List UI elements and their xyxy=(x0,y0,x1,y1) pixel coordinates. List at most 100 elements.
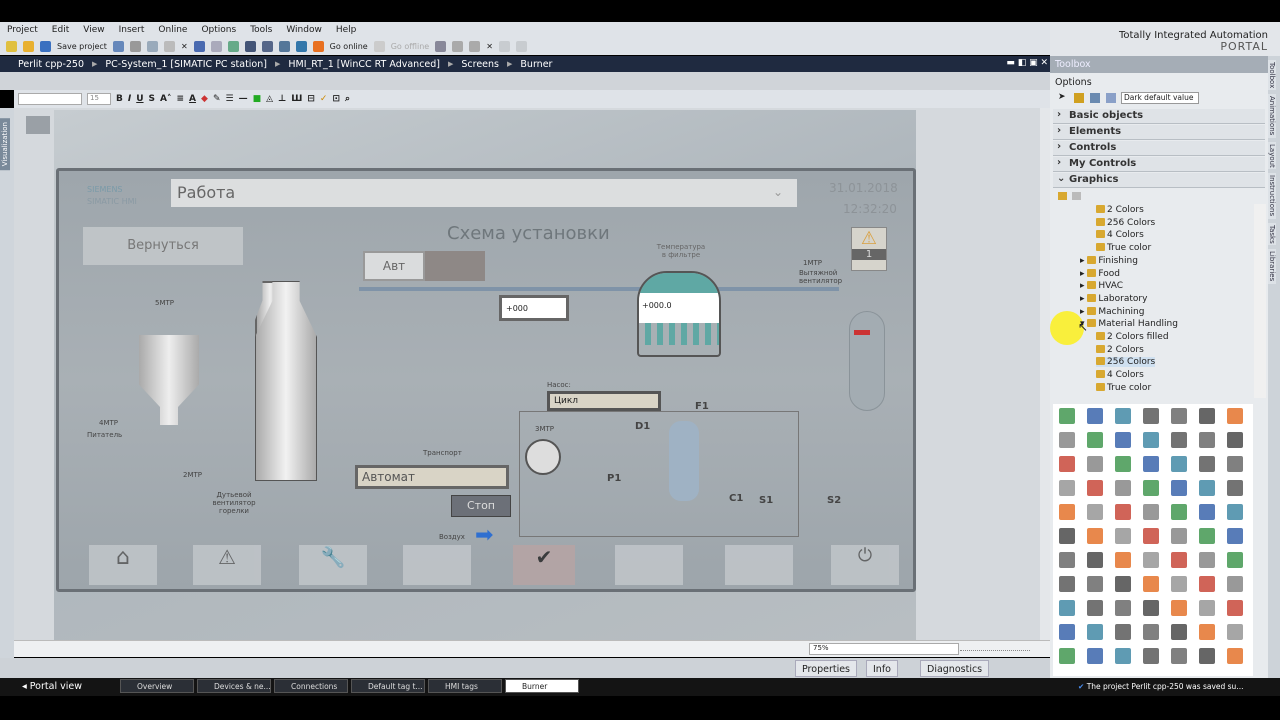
close-icon[interactable]: ✕ xyxy=(486,42,493,51)
go-offline-icon[interactable] xyxy=(373,41,385,52)
graphic-thumbnail[interactable] xyxy=(1059,600,1075,616)
format-painter-icon[interactable]: ✓ xyxy=(320,94,328,104)
compile-icon[interactable] xyxy=(227,41,239,52)
expand-right-icon[interactable]: ▸ xyxy=(1080,256,1087,266)
new-folder-icon[interactable] xyxy=(1058,192,1067,200)
menu-options[interactable]: Options xyxy=(201,25,236,35)
line-color-icon[interactable]: ✎ xyxy=(213,94,221,104)
graphic-thumbnail[interactable] xyxy=(1143,528,1159,544)
copy-icon[interactable] xyxy=(146,41,158,52)
graphic-thumbnail[interactable] xyxy=(1059,648,1075,664)
graphic-thumbnail[interactable] xyxy=(1199,432,1215,448)
graphic-thumbnail[interactable] xyxy=(1059,552,1075,568)
graphic-thumbnail[interactable] xyxy=(1171,600,1187,616)
graphic-thumbnail[interactable] xyxy=(1171,576,1187,592)
breadcrumb-item[interactable]: HMI_RT_1 [WinCC RT Advanced] xyxy=(288,59,440,70)
tree-item[interactable]: ▸ Finishing xyxy=(1080,255,1138,266)
graphic-thumbnail[interactable] xyxy=(1059,504,1075,520)
graphic-thumbnail[interactable] xyxy=(1199,456,1215,472)
graphic-thumbnail[interactable] xyxy=(1227,504,1243,520)
pump-mode-field[interactable]: Цикл xyxy=(547,391,661,411)
graphic-thumbnail[interactable] xyxy=(1171,552,1187,568)
graphic-thumbnail[interactable] xyxy=(1171,432,1187,448)
menu-online[interactable]: Online xyxy=(158,25,187,35)
tree-item[interactable]: 2 Colors filled xyxy=(1096,332,1169,342)
align-objects-icon[interactable]: ⊥ xyxy=(278,94,286,104)
auto-mode-button[interactable]: Авт xyxy=(363,251,425,281)
screen-editor-canvas[interactable]: SIEMENS SIMATIC HMI Работа ⌄ 31.01.2018 … xyxy=(14,108,1040,640)
graphic-thumbnail[interactable] xyxy=(1115,408,1131,424)
underline-button[interactable]: U xyxy=(136,94,143,104)
section-graphics[interactable]: ⌄ Graphics xyxy=(1053,173,1265,188)
graphic-thumbnail[interactable] xyxy=(1115,480,1131,496)
graphic-thumbnail[interactable] xyxy=(1227,408,1243,424)
task-hmi-tags[interactable]: HMI tags xyxy=(428,679,502,693)
redo-icon[interactable] xyxy=(210,41,222,52)
style-select[interactable]: Dark default value xyxy=(1121,92,1199,104)
graphic-thumbnail[interactable] xyxy=(1227,432,1243,448)
go-online-button[interactable]: Go online xyxy=(330,42,368,51)
side-tab-animations[interactable]: Animations xyxy=(1268,94,1276,138)
graphic-thumbnail[interactable] xyxy=(1059,408,1075,424)
graphic-thumbnail[interactable] xyxy=(1199,408,1215,424)
graphic-thumbnail[interactable] xyxy=(1143,408,1159,424)
graphic-thumbnail[interactable] xyxy=(1227,552,1243,568)
graphic-thumbnail[interactable] xyxy=(1087,456,1103,472)
italic-button[interactable]: I xyxy=(128,94,131,104)
graphic-thumbnail[interactable] xyxy=(1171,648,1187,664)
task-overview[interactable]: Overview xyxy=(120,679,194,693)
tree-item[interactable]: 2 Colors xyxy=(1096,205,1144,215)
graphic-thumbnail[interactable] xyxy=(1171,504,1187,520)
open-project-icon[interactable] xyxy=(23,41,34,52)
split-vertical-icon[interactable] xyxy=(515,41,527,52)
graphic-thumbnail[interactable] xyxy=(1199,480,1215,496)
graphic-thumbnail[interactable] xyxy=(1143,432,1159,448)
graphic-thumbnail[interactable] xyxy=(1115,504,1131,520)
graphic-thumbnail[interactable] xyxy=(1059,432,1075,448)
menu-help[interactable]: Help xyxy=(336,25,357,35)
graphic-thumbnail[interactable] xyxy=(1143,480,1159,496)
save-project-button[interactable]: Save project xyxy=(57,42,107,51)
menu-insert[interactable]: Insert xyxy=(119,25,145,35)
section-controls[interactable]: › Controls xyxy=(1053,141,1265,156)
tree-item[interactable]: ▸ HVAC xyxy=(1080,281,1123,291)
graphic-thumbnail[interactable] xyxy=(1087,528,1103,544)
section-elements[interactable]: › Elements xyxy=(1053,125,1265,140)
graphic-thumbnail[interactable] xyxy=(1087,552,1103,568)
align-icon[interactable]: ≡ xyxy=(177,94,185,104)
hmi-screen-area[interactable]: SIEMENS SIMATIC HMI Работа ⌄ 31.01.2018 … xyxy=(54,110,916,640)
graphic-thumbnail[interactable] xyxy=(1143,600,1159,616)
tree-item[interactable]: ▸ Machining xyxy=(1080,306,1144,317)
delete-icon[interactable]: ✕ xyxy=(181,42,188,51)
breadcrumb-item[interactable]: PC-System_1 [SIMATIC PC station] xyxy=(105,59,267,70)
tree-item[interactable]: True color xyxy=(1096,382,1151,393)
graphic-thumbnail[interactable] xyxy=(1199,624,1215,640)
graphic-thumbnail[interactable] xyxy=(1087,624,1103,640)
tree-item[interactable]: ▸ Food xyxy=(1080,268,1120,279)
empty-button-2[interactable] xyxy=(615,545,683,585)
graphic-thumbnail[interactable] xyxy=(1227,624,1243,640)
graphic-thumbnail[interactable] xyxy=(1171,528,1187,544)
transport-mode-field[interactable]: Автомат xyxy=(355,465,509,489)
tree-item[interactable]: 2 Colors xyxy=(1096,344,1144,355)
tree-item[interactable]: 4 Colors xyxy=(1096,370,1144,380)
go-offline-button[interactable]: Go offline xyxy=(391,42,429,51)
shutdown-button[interactable]: ⏻ xyxy=(831,545,899,585)
graphic-thumbnail[interactable] xyxy=(1171,624,1187,640)
graphic-thumbnail[interactable] xyxy=(1199,576,1215,592)
expand-right-icon[interactable]: ▸ xyxy=(1080,307,1087,317)
side-tab-layout[interactable]: Layout xyxy=(1268,141,1276,170)
print-icon[interactable] xyxy=(112,41,124,52)
tree-item[interactable]: 256 Colors xyxy=(1096,357,1156,368)
canvas-vertical-scrollbar[interactable] xyxy=(1040,108,1050,640)
visualization-tab-label[interactable]: Visualization xyxy=(0,118,10,171)
breadcrumb-item[interactable]: Burner xyxy=(520,59,552,70)
graphic-thumbnail[interactable] xyxy=(1115,456,1131,472)
graphic-thumbnail[interactable] xyxy=(1115,648,1131,664)
properties-tab[interactable]: Properties xyxy=(795,660,858,677)
simulation-icon[interactable] xyxy=(278,41,290,52)
graphic-thumbnail[interactable] xyxy=(1059,624,1075,640)
graphic-thumbnail[interactable] xyxy=(1199,552,1215,568)
editor-window-controls[interactable]: ▬ ◧ ▣ ✕ xyxy=(1006,58,1048,68)
font-name-field[interactable] xyxy=(18,93,82,105)
